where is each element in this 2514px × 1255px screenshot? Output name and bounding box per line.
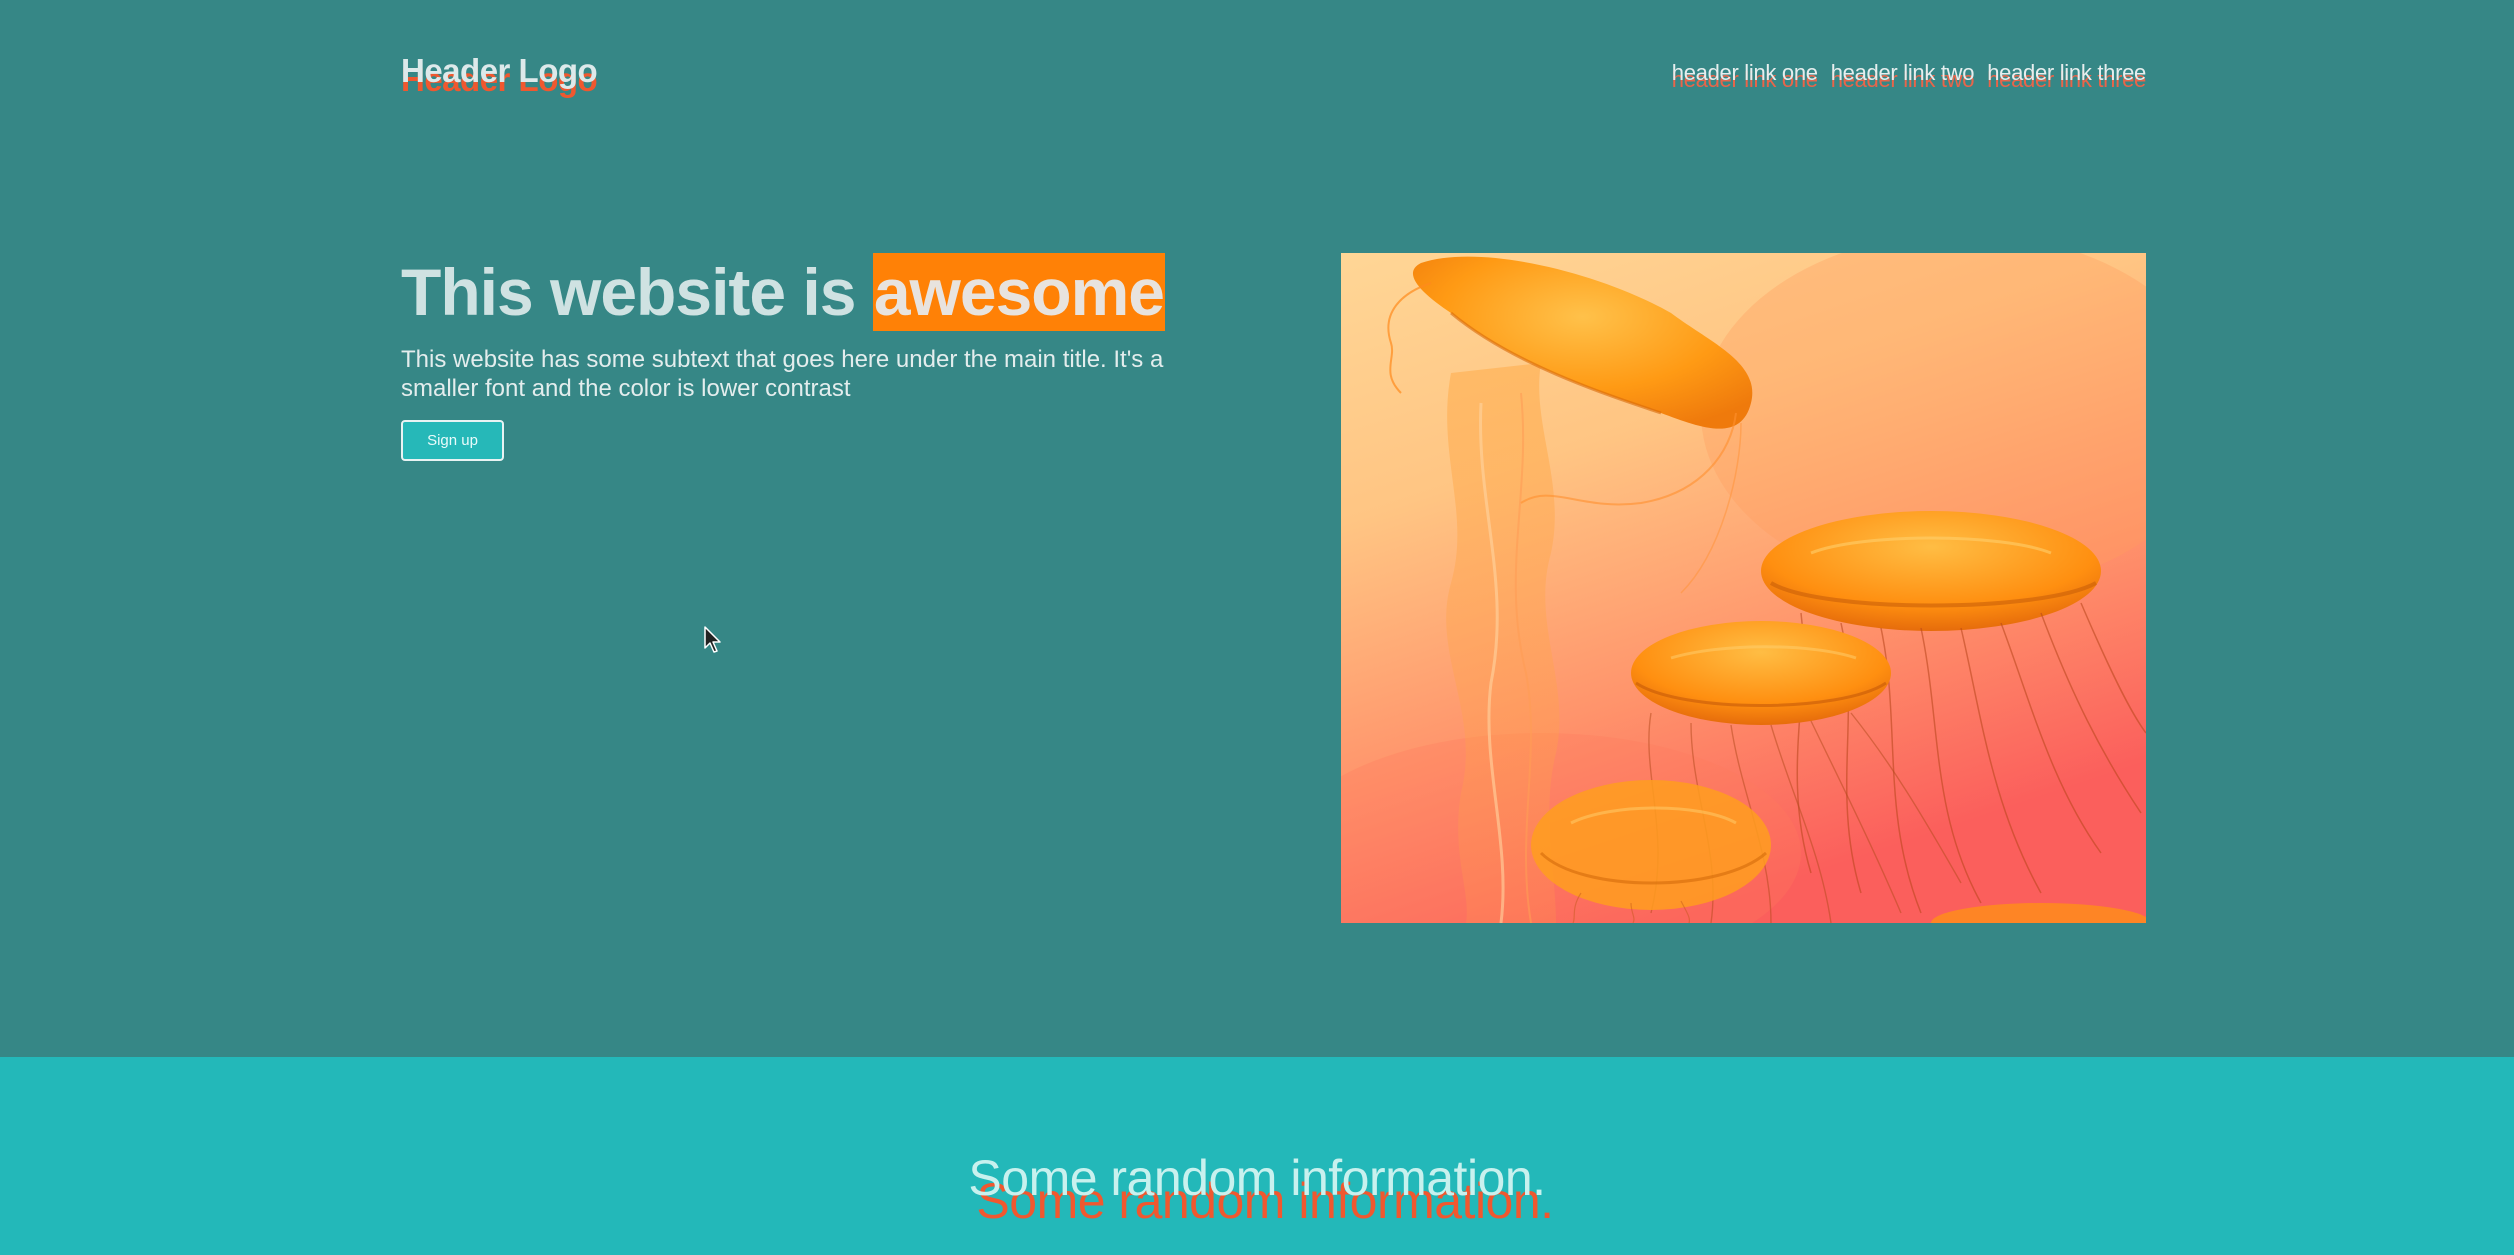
nav-link-one[interactable]: header link one header link one	[1671, 60, 1818, 92]
header-nav: header link one header link one header l…	[1671, 60, 2147, 92]
nav-link-two[interactable]: header link two header link two	[1830, 60, 1975, 92]
jellyfish-photo	[1341, 253, 2146, 923]
info-title: Some random information. Some random inf…	[0, 1149, 2514, 1229]
headline-highlight: awesome	[872, 253, 1165, 331]
nav-link-two-label: header link two	[1830, 60, 1975, 85]
header-logo[interactable]: Header Logo Header Logo	[401, 52, 598, 98]
hero-headline: This website is awesome	[401, 253, 1201, 331]
info-title-text: Some random information.	[968, 1150, 1546, 1206]
header-logo-text: Header Logo	[401, 52, 598, 89]
nav-link-three[interactable]: header link three header link three	[1987, 60, 2146, 92]
nav-link-one-label: header link one	[1671, 60, 1818, 85]
signup-button[interactable]: Sign up	[401, 420, 504, 461]
site-header: Header Logo Header Logo header link one …	[401, 52, 2146, 102]
hero-content: This website is awesome This website has…	[401, 253, 1201, 461]
headline-prefix: This website is	[401, 255, 873, 329]
hero-section: Header Logo Header Logo header link one …	[0, 0, 2514, 1057]
nav-link-three-label: header link three	[1987, 60, 2146, 85]
info-section: Some random information. Some random inf…	[0, 1057, 2514, 1255]
mouse-cursor-icon	[704, 626, 721, 653]
info-title-wrap: Some random information. Some random inf…	[968, 1149, 1554, 1229]
hero-subtext: This website has some subtext that goes …	[401, 346, 1164, 402]
